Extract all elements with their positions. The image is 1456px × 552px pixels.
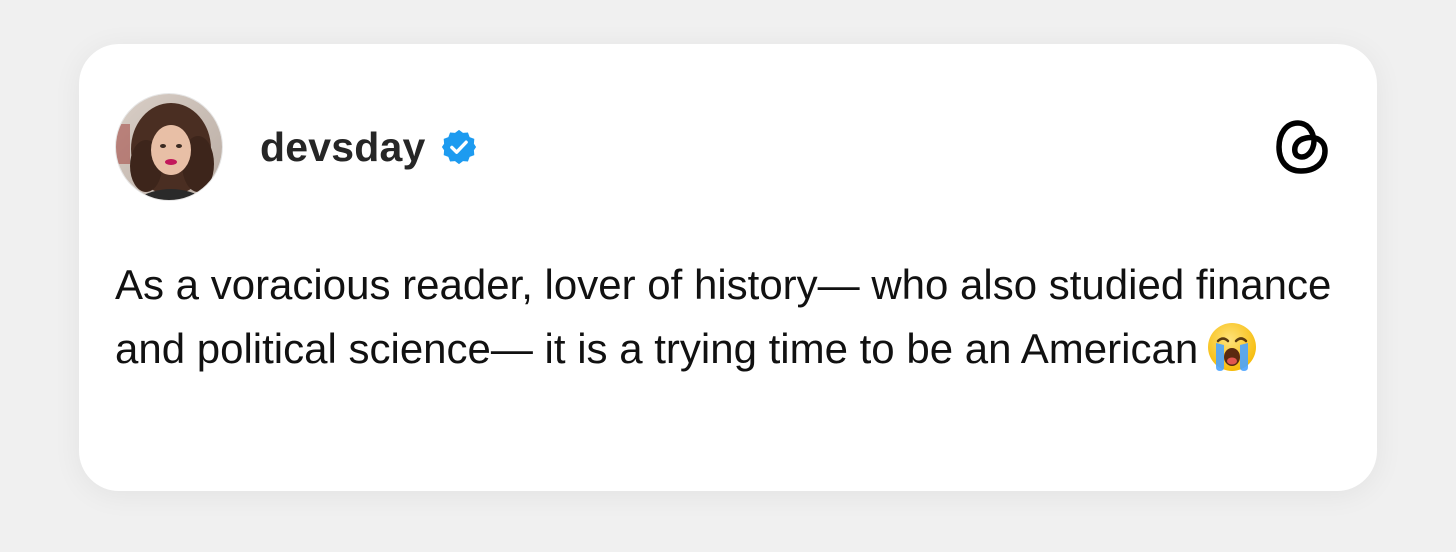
avatar[interactable] xyxy=(115,93,223,201)
username-row: devsday xyxy=(260,122,478,172)
post-body: As a voracious reader, lover of history—… xyxy=(115,261,1332,372)
threads-post-card: devsday As a voracious reader, lover of … xyxy=(79,44,1377,491)
avatar-image xyxy=(116,94,222,200)
post-text: As a voracious reader, lover of history—… xyxy=(115,253,1335,381)
loudly-crying-face-icon xyxy=(1206,321,1258,373)
threads-logo-icon[interactable] xyxy=(1273,114,1333,180)
username[interactable]: devsday xyxy=(260,124,426,171)
verified-badge-icon xyxy=(440,128,478,166)
